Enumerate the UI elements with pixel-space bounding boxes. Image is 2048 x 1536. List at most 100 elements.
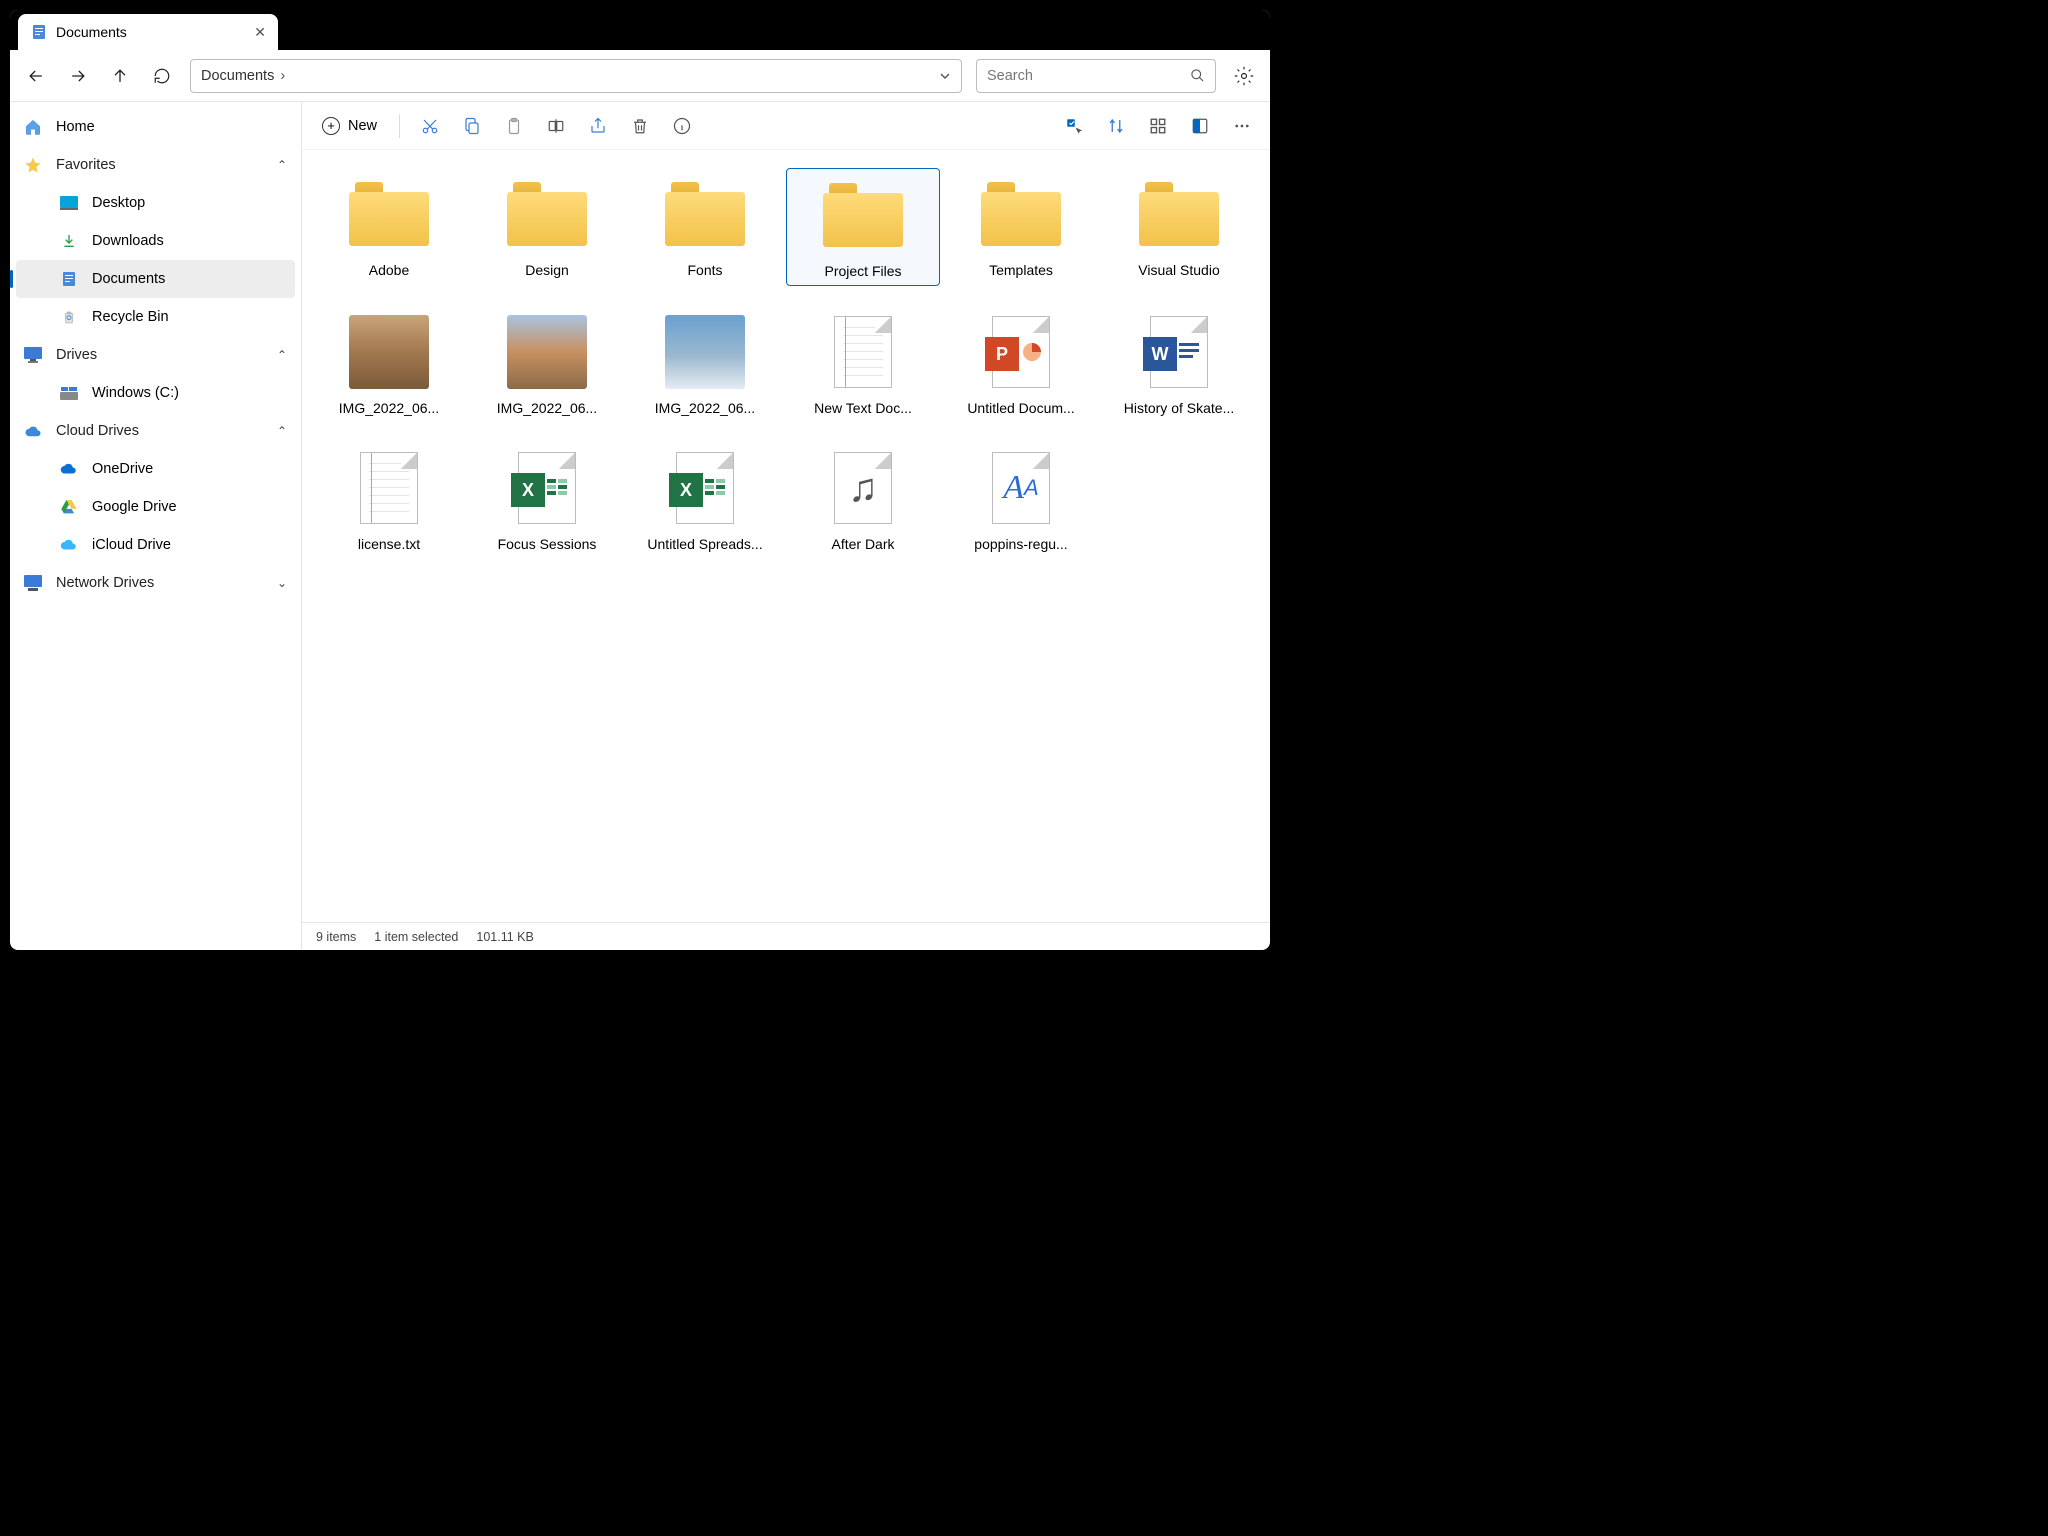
item-label: Design — [525, 262, 569, 278]
forward-button[interactable] — [64, 62, 92, 90]
sidebar-item-windows-c[interactable]: Windows (C:) — [10, 374, 301, 412]
monitor-icon — [24, 346, 42, 364]
search-input[interactable]: Search — [976, 59, 1216, 93]
sidebar-item-icloud[interactable]: iCloud Drive — [10, 526, 301, 564]
text-icon — [349, 448, 429, 528]
file-item[interactable]: IMG_2022_06... — [470, 306, 624, 422]
sidebar-item-recycle-bin[interactable]: Recycle Bin — [10, 298, 301, 336]
file-item[interactable]: license.txt — [312, 442, 466, 558]
excel-icon: X — [665, 448, 745, 528]
item-label: IMG_2022_06... — [339, 400, 439, 416]
delete-button[interactable] — [622, 110, 658, 142]
chevron-down-icon[interactable]: ⌄ — [277, 576, 287, 590]
refresh-button[interactable] — [148, 62, 176, 90]
item-label: Project Files — [824, 263, 901, 279]
chevron-right-icon: › — [280, 68, 285, 84]
desktop-icon — [60, 194, 78, 212]
sort-button[interactable] — [1098, 110, 1134, 142]
ppt-icon: P — [981, 312, 1061, 392]
folder-item[interactable]: Templates — [944, 168, 1098, 286]
folder-icon — [665, 174, 745, 254]
file-item[interactable]: W History of Skate... — [1102, 306, 1256, 422]
word-icon: W — [1139, 312, 1219, 392]
folder-item[interactable]: Adobe — [312, 168, 466, 286]
folder-icon — [823, 175, 903, 255]
back-button[interactable] — [22, 62, 50, 90]
folder-icon — [349, 174, 429, 254]
sidebar-section-cloud[interactable]: Cloud Drives ⌃ — [10, 412, 301, 450]
file-item[interactable]: IMG_2022_06... — [312, 306, 466, 422]
up-button[interactable] — [106, 62, 134, 90]
new-button[interactable]: + New — [312, 113, 387, 139]
folder-icon — [507, 174, 587, 254]
address-bar[interactable]: Documents › — [190, 59, 962, 93]
sidebar-item-desktop[interactable]: Desktop — [10, 184, 301, 222]
item-label: After Dark — [831, 536, 894, 552]
more-button[interactable] — [1224, 110, 1260, 142]
nav-toolbar: Documents › Search — [10, 50, 1270, 102]
item-label: license.txt — [358, 536, 420, 552]
tab-documents[interactable]: Documents ✕ — [18, 14, 278, 50]
item-label: History of Skate... — [1124, 400, 1234, 416]
document-icon — [30, 23, 48, 41]
sidebar-section-drives[interactable]: Drives ⌃ — [10, 336, 301, 374]
download-icon — [60, 232, 78, 250]
chevron-up-icon[interactable]: ⌃ — [277, 424, 287, 438]
group-button[interactable] — [1140, 110, 1176, 142]
item-label: Adobe — [369, 262, 409, 278]
file-item[interactable]: ♫ After Dark — [786, 442, 940, 558]
copy-button[interactable] — [454, 110, 490, 142]
file-item[interactable]: X Focus Sessions — [470, 442, 624, 558]
search-icon — [1190, 68, 1205, 83]
paste-button[interactable] — [496, 110, 532, 142]
item-label: Fonts — [687, 262, 722, 278]
file-item[interactable]: AApoppins-regu... — [944, 442, 1098, 558]
close-icon[interactable]: ✕ — [254, 24, 266, 41]
sidebar-item-onedrive[interactable]: OneDrive — [10, 450, 301, 488]
cut-button[interactable] — [412, 110, 448, 142]
font-icon: AA — [981, 448, 1061, 528]
sidebar-section-favorites[interactable]: Favorites ⌃ — [10, 146, 301, 184]
folder-item[interactable]: Fonts — [628, 168, 782, 286]
item-label: IMG_2022_06... — [655, 400, 755, 416]
folder-item[interactable]: Project Files — [786, 168, 940, 286]
onedrive-icon — [60, 460, 78, 478]
info-button[interactable] — [664, 110, 700, 142]
star-icon — [24, 156, 42, 174]
select-button[interactable] — [1056, 110, 1092, 142]
file-grid: Adobe Design Fonts Project Files TemplatesVi… — [302, 150, 1270, 922]
file-item[interactable]: P Untitled Docum... — [944, 306, 1098, 422]
item-label: IMG_2022_06... — [497, 400, 597, 416]
chevron-up-icon[interactable]: ⌃ — [277, 348, 287, 362]
item-label: Focus Sessions — [498, 536, 597, 552]
share-button[interactable] — [580, 110, 616, 142]
settings-button[interactable] — [1230, 62, 1258, 90]
file-item[interactable]: IMG_2022_06... — [628, 306, 782, 422]
image-icon — [507, 312, 587, 392]
file-item[interactable]: New Text Doc... — [786, 306, 940, 422]
rename-button[interactable] — [538, 110, 574, 142]
chevron-down-icon[interactable] — [939, 70, 951, 82]
sidebar: Home Favorites ⌃ Desktop Downloads Docum… — [10, 102, 302, 950]
sidebar-item-documents[interactable]: Documents — [16, 260, 295, 298]
folder-item[interactable]: Design — [470, 168, 624, 286]
item-label: Untitled Docum... — [967, 400, 1074, 416]
view-button[interactable] — [1182, 110, 1218, 142]
sidebar-item-home[interactable]: Home — [10, 108, 301, 146]
document-icon — [60, 270, 78, 288]
sidebar-section-network[interactable]: Network Drives ⌄ — [10, 564, 301, 602]
chevron-up-icon[interactable]: ⌃ — [277, 158, 287, 172]
sidebar-item-google-drive[interactable]: Google Drive — [10, 488, 301, 526]
status-size: 101.11 KB — [476, 930, 533, 944]
item-label: Untitled Spreads... — [647, 536, 762, 552]
folder-item[interactable]: Visual Studio — [1102, 168, 1256, 286]
search-placeholder: Search — [987, 68, 1033, 84]
drive-icon — [60, 384, 78, 402]
cloud-icon — [24, 422, 42, 440]
excel-icon: X — [507, 448, 587, 528]
tab-bar: Documents ✕ — [10, 10, 1270, 50]
sidebar-item-downloads[interactable]: Downloads — [10, 222, 301, 260]
file-item[interactable]: X Untitled Spreads... — [628, 442, 782, 558]
audio-icon: ♫ — [823, 448, 903, 528]
image-icon — [665, 312, 745, 392]
